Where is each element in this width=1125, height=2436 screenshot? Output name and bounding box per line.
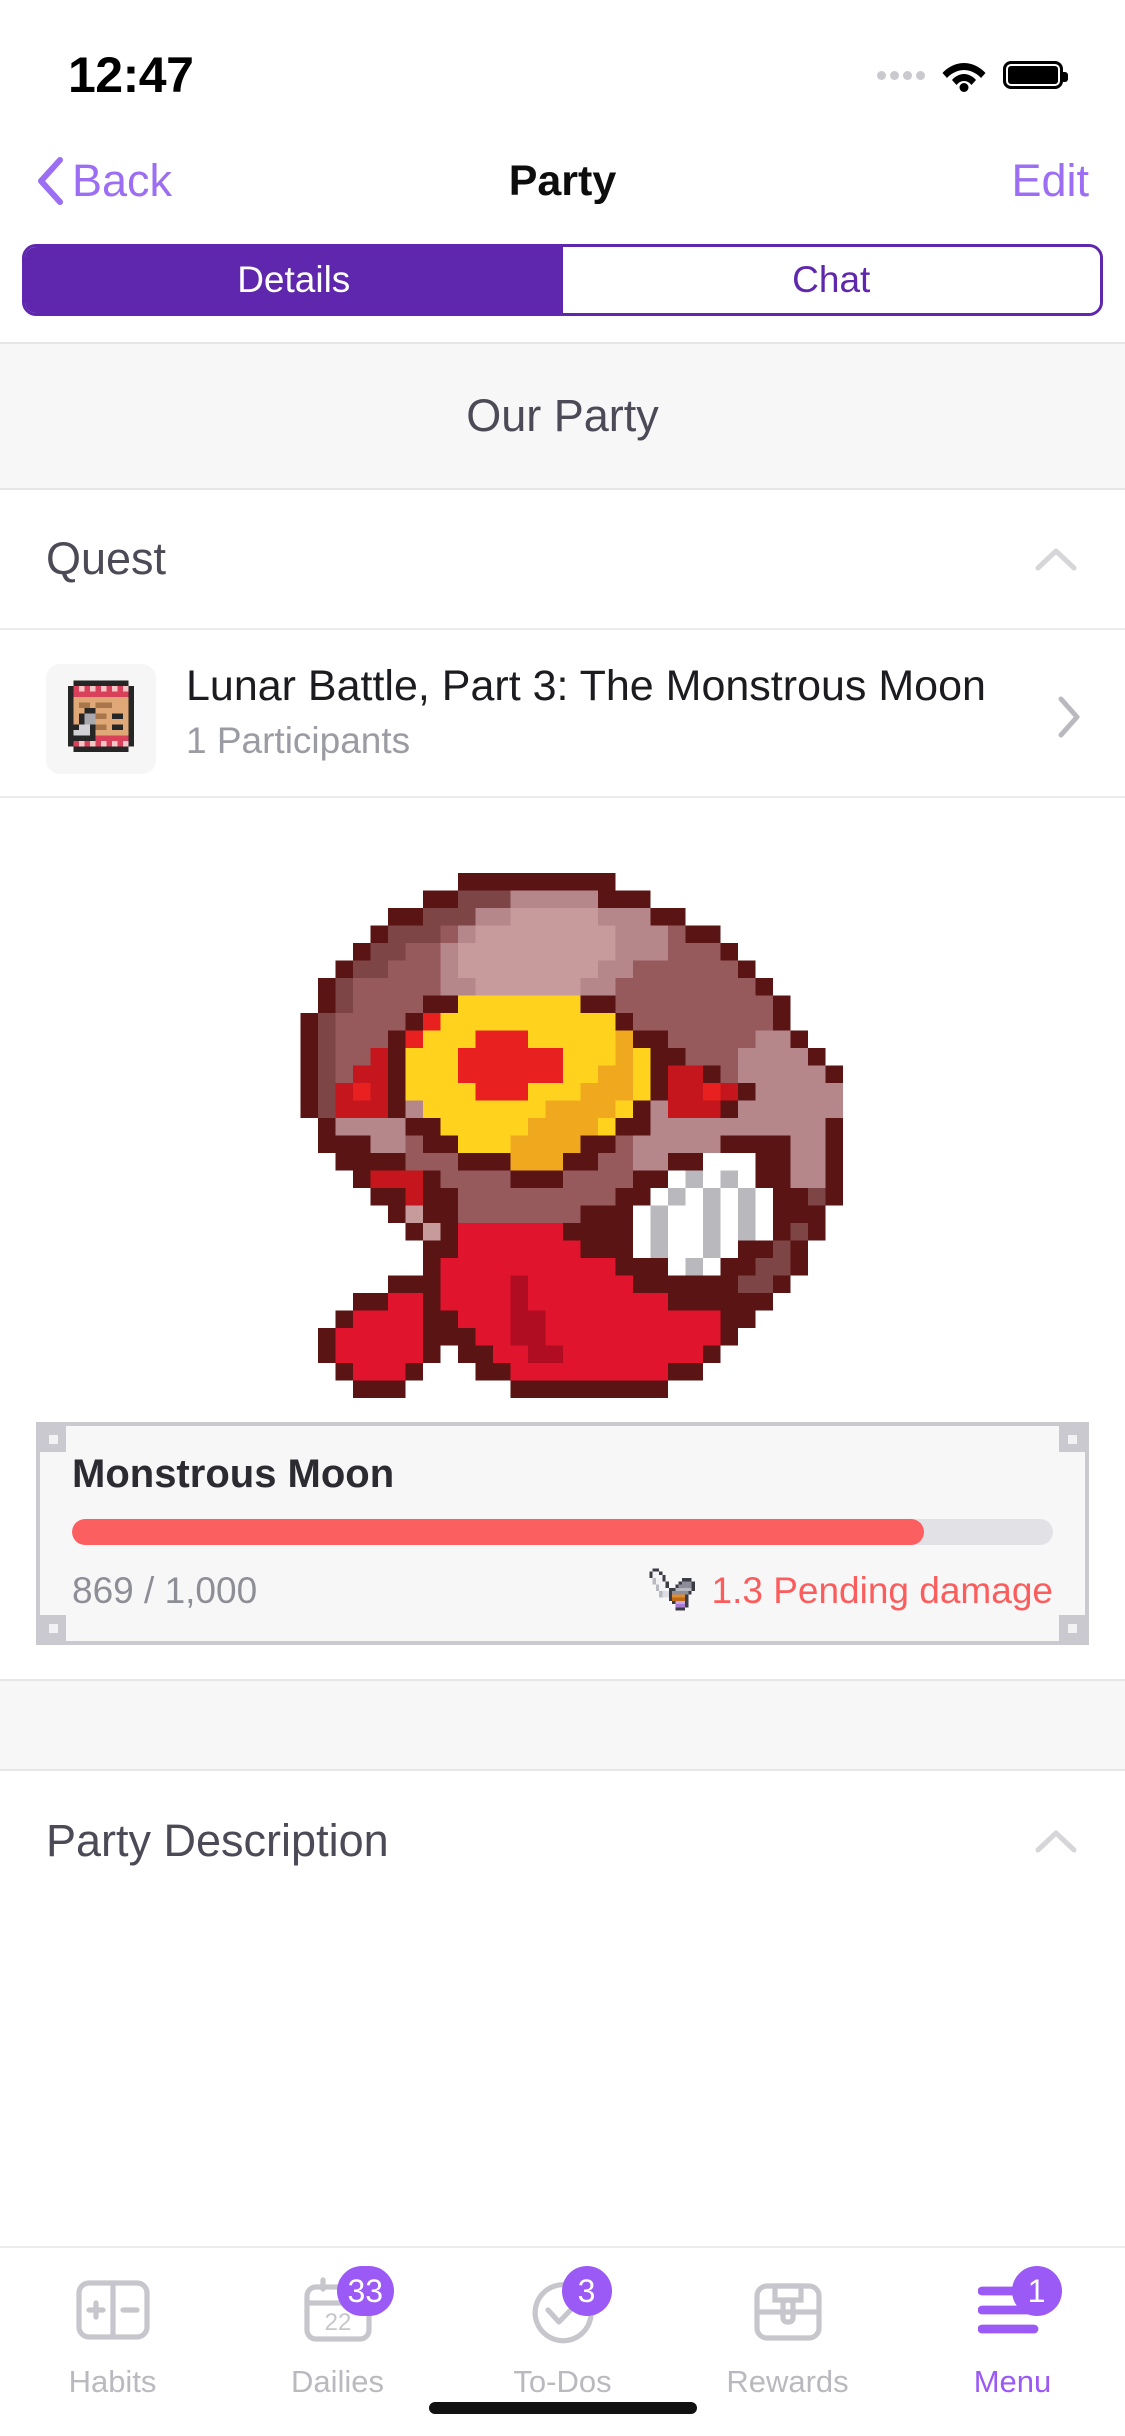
chevron-right-icon xyxy=(1058,696,1080,738)
tab-details[interactable]: Details xyxy=(25,247,563,313)
section-spacer xyxy=(0,1679,1125,1771)
segmented-control: Details Chat xyxy=(22,244,1103,316)
tab-habits[interactable]: Habits xyxy=(0,2248,225,2400)
treasure-chest-icon xyxy=(753,2283,822,2341)
party-description-title: Party Description xyxy=(46,1815,389,1866)
card-corner-top-right xyxy=(1059,1426,1085,1452)
boss-card-container: Monstrous Moon 869 / 1,000 1.3 Pending d… xyxy=(0,1422,1125,1645)
navigation-bar: Back Party Edit xyxy=(0,132,1125,230)
card-corner-top-left xyxy=(40,1426,66,1452)
chevron-left-icon xyxy=(38,157,63,205)
boss-name: Monstrous Moon xyxy=(72,1452,395,1496)
habits-plus-minus-icon xyxy=(75,2280,150,2340)
back-label: Back xyxy=(72,155,173,206)
quest-scroll-icon xyxy=(68,680,134,752)
edit-button[interactable]: Edit xyxy=(1011,155,1089,207)
tab-todos[interactable]: 3 To-Dos xyxy=(450,2248,675,2400)
pending-damage: 1.3 Pending damage xyxy=(646,1565,1054,1617)
quest-disclosure[interactable] xyxy=(1049,662,1089,772)
tab-rewards[interactable]: Rewards xyxy=(675,2248,900,2400)
tab-label-habits: Habits xyxy=(68,2364,157,2399)
segmented-control-container: Details Chat xyxy=(0,230,1125,342)
monstrous-moon-pixel-art xyxy=(282,838,843,1398)
party-name: Our Party xyxy=(466,390,659,441)
sword-icon xyxy=(648,1568,695,1611)
svg-text:22: 22 xyxy=(324,2309,351,2336)
tab-menu[interactable]: 1 Menu xyxy=(900,2248,1125,2400)
party-name-banner: Our Party xyxy=(0,342,1125,490)
quest-section-title: Quest xyxy=(46,533,167,584)
tab-label-rewards: Rewards xyxy=(726,2364,849,2399)
boss-health-card: Monstrous Moon 869 / 1,000 1.3 Pending d… xyxy=(36,1422,1089,1645)
tab-label-todos: To-Dos xyxy=(513,2364,612,2399)
home-indicator xyxy=(428,2402,697,2414)
tab-label-menu: Menu xyxy=(973,2364,1052,2399)
boss-card-footer: 869 / 1,000 1.3 Pending damage xyxy=(72,1565,1053,1617)
app-screen: 12:47 Back Party Edit Details Chat Our P… xyxy=(0,0,1125,2436)
boss-artwork xyxy=(0,798,1125,1422)
menu-icon-wrap: 1 xyxy=(958,2266,1068,2350)
quest-item-row[interactable]: Lunar Battle, Part 3: The Monstrous Moon… xyxy=(0,630,1125,798)
party-description-header[interactable]: Party Description xyxy=(0,1771,1125,1911)
quest-thumbnail xyxy=(46,664,156,774)
badge-menu: 1 xyxy=(1011,2266,1062,2316)
tab-chat[interactable]: Chat xyxy=(562,247,1100,313)
boss-health-text: 869 / 1,000 xyxy=(72,1570,258,1611)
chevron-up-icon[interactable] xyxy=(1033,1826,1079,1856)
wifi-icon xyxy=(942,63,986,92)
chevron-up-icon[interactable] xyxy=(1033,544,1079,574)
back-button[interactable]: Back xyxy=(36,155,172,207)
tab-dailies[interactable]: 22 33 Dailies xyxy=(225,2248,450,2400)
status-time: 12:47 xyxy=(68,47,194,103)
boss-health-fill xyxy=(72,1519,925,1545)
badge-todos: 3 xyxy=(561,2266,612,2316)
card-corner-bottom-left xyxy=(40,1615,66,1641)
quest-title: Lunar Battle, Part 3: The Monstrous Moon xyxy=(186,662,986,710)
status-indicators xyxy=(877,58,1068,92)
quest-section-header[interactable]: Quest xyxy=(0,490,1125,630)
status-bar: 12:47 xyxy=(0,0,1125,132)
todos-icon-wrap: 3 xyxy=(508,2266,618,2350)
boss-health-track xyxy=(72,1519,1053,1545)
quest-participants: 1 Participants xyxy=(186,720,411,761)
habits-icon-wrap xyxy=(58,2270,168,2350)
dailies-icon-wrap: 22 33 xyxy=(283,2266,395,2350)
signal-dots-icon xyxy=(877,70,925,80)
battery-full-icon xyxy=(1003,61,1068,89)
rewards-icon-wrap xyxy=(733,2270,843,2350)
pending-damage-text: 1.3 Pending damage xyxy=(711,1570,1054,1611)
tab-label-dailies: Dailies xyxy=(290,2364,385,2399)
badge-dailies: 33 xyxy=(336,2266,395,2316)
card-corner-bottom-right xyxy=(1059,1615,1085,1641)
quest-text-block: Lunar Battle, Part 3: The Monstrous Moon… xyxy=(186,656,1019,762)
